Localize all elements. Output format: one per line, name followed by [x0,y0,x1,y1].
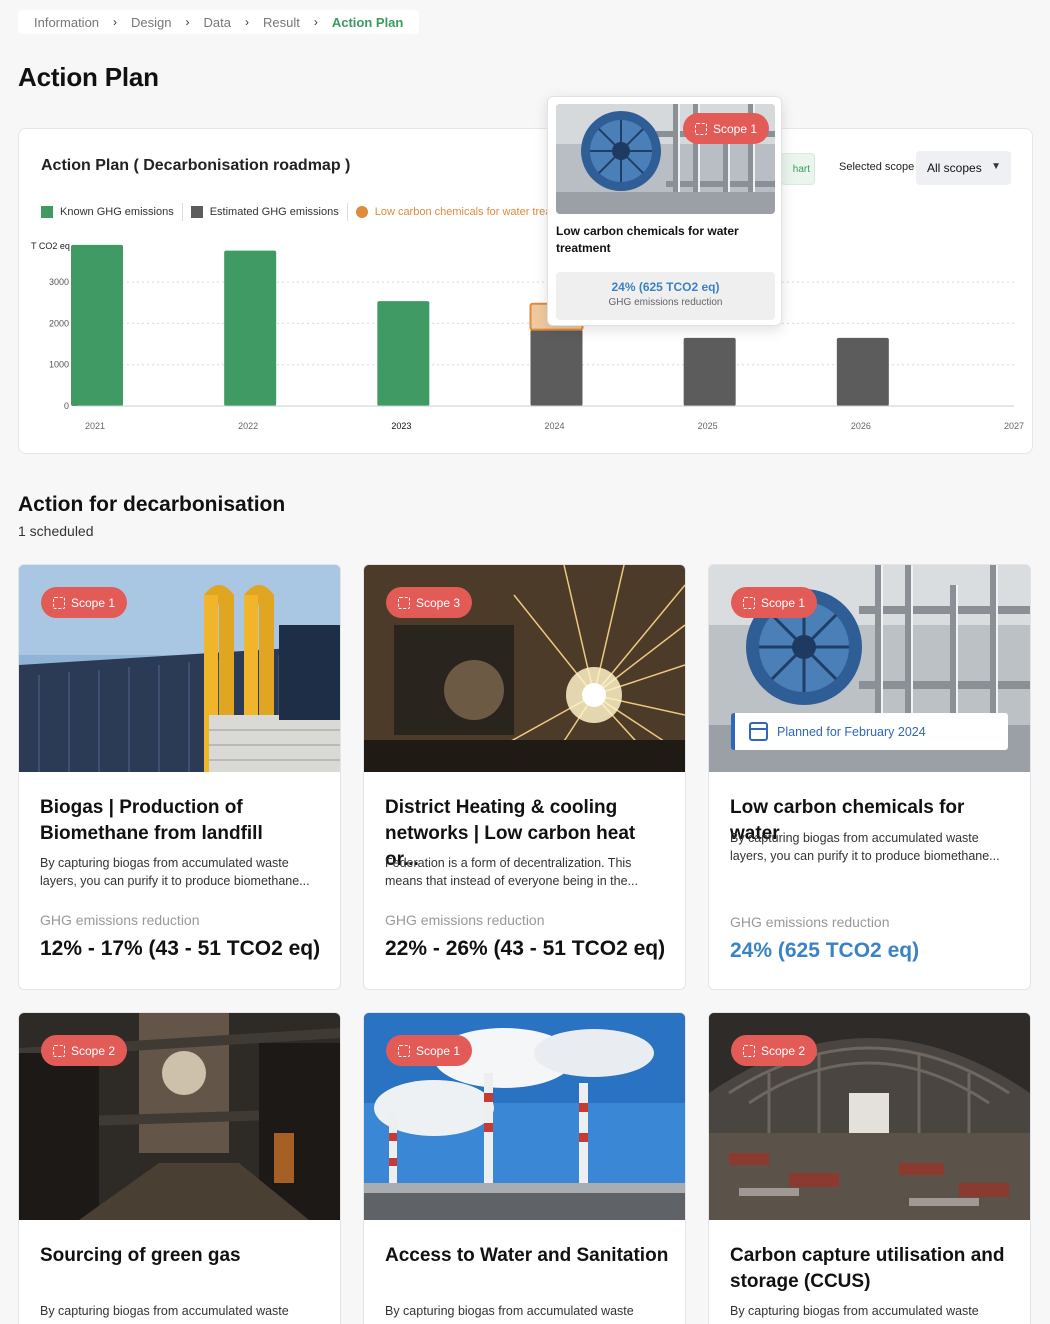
scope-icon [53,1044,65,1057]
x-tick-label: 2022 [238,421,258,431]
scope-icon [398,1044,410,1057]
action-card[interactable]: Scope 2 Sourcing of green gas By capturi… [18,1012,341,1324]
breadcrumb-item-information[interactable]: Information [34,15,99,30]
action-card[interactable]: Scope 1 Access to Water and Sanitation B… [363,1012,686,1324]
breadcrumb-item-action-plan[interactable]: Action Plan [332,15,404,30]
scope-badge: Scope 1 [386,1035,473,1066]
card-title: Sourcing of green gas [40,1245,241,1266]
scope-badge: Scope 2 [731,1035,818,1066]
tooltip-image: Scope 1 [556,104,775,214]
y-tick-label: 0 [64,401,69,411]
ghg-reduction-value: 24% (625 TCO2 eq) [730,939,920,962]
tooltip-reduction-box: 24% (625 TCO2 eq) GHG emissions reductio… [556,272,775,320]
ghg-reduction-label: GHG emissions reduction [385,912,545,928]
scope-label: Scope 3 [416,595,461,610]
action-card[interactable]: Scope 3 District Heating & cooling netwo… [363,564,686,990]
scope-label: Scope 1 [71,595,116,610]
scope-label: Scope 2 [761,1043,806,1058]
ghg-reduction-value: 12% - 17% (43 - 51 TCO2 eq) [40,937,321,960]
scope-icon [743,596,755,609]
action-card[interactable]: Scope 1 Planned for February 2024 Low ca… [708,564,1031,990]
scope-icon [53,596,65,609]
card-title: Biogas | Production of Biomethane from l… [40,797,263,844]
scope-icon [743,1044,755,1057]
y-tick-label: 2000 [49,318,69,328]
scope-badge: Scope 2 [41,1035,128,1066]
section-subtitle: 1 scheduled [18,523,94,539]
bar-known-2022 [224,250,277,406]
chevron-right-icon: › [185,15,190,29]
card-description: By capturing biogas from accumulated was… [385,1304,634,1318]
y-tick-label: 1000 [49,360,69,370]
card-description: By capturing biogas from accumulated was… [40,856,310,888]
scope-badge: Scope 3 [386,587,473,618]
x-tick-label: 2021 [85,421,105,431]
scope-label: Scope 1 [416,1043,461,1058]
breadcrumb: Information › Design › Data › Result › A… [18,10,420,34]
bar-estimated-2026 [836,337,889,406]
calendar-icon [749,722,768,741]
page-title: Action Plan [18,62,159,92]
tooltip-title: Low carbon chemicals for water treatment [556,224,739,255]
card-description: By capturing biogas from accumulated was… [730,1304,979,1318]
bar-known-2021 [71,244,123,406]
card-description: Federation is a form of decentralization… [385,856,638,888]
roadmap-chart-card: Action Plan ( Decarbonisation roadmap ) … [18,128,1033,454]
planned-date-text: Planned for February 2024 [777,724,926,739]
tooltip-reduction-value: 24% (625 TCO2 eq) [611,280,720,294]
scope-label: Scope 2 [71,1043,116,1058]
x-tick-label: 2025 [698,421,718,431]
y-axis-label: T CO2 eq [31,241,70,251]
bar-estimated-2024 [530,329,583,406]
card-title: Access to Water and Sanitation [385,1245,669,1266]
scope-badge: Scope 1 [731,587,818,618]
tooltip-scope-label: Scope 1 [713,121,758,136]
ghg-reduction-value: 22% - 26% (43 - 51 TCO2 eq) [385,937,666,960]
planned-date-banner: Planned for February 2024 [731,713,1008,750]
x-tick-label: 2027 [1004,421,1024,431]
ghg-reduction-label: GHG emissions reduction [40,912,200,928]
card-description: By capturing biogas from accumulated was… [40,1304,289,1318]
scope-label: Scope 1 [761,595,806,610]
x-tick-label: 2024 [544,421,564,431]
bar-estimated-2025 [683,337,736,406]
breadcrumb-item-data[interactable]: Data [204,15,231,30]
x-tick-label: 2026 [851,421,871,431]
card-description: By capturing biogas from accumulated was… [730,831,1000,863]
tooltip-scope-badge: Scope 1 [683,113,770,144]
y-tick-label: 3000 [49,277,69,287]
tooltip-reduction-label: GHG emissions reduction [608,297,723,308]
breadcrumb-item-result[interactable]: Result [263,15,300,30]
scope-badge: Scope 1 [41,587,128,618]
chevron-right-icon: › [113,15,118,29]
card-title: Carbon capture utilisation and storage (… [730,1245,1005,1292]
scope-icon [695,122,707,135]
bar-known-2023 [377,301,430,406]
chevron-right-icon: › [313,15,318,29]
action-card[interactable]: Scope 1 Biogas | Production of Biomethan… [18,564,341,990]
breadcrumb-item-design[interactable]: Design [131,15,171,30]
roadmap-bar-chart: T CO2 eq 0 1000 2000 3000 2021 2022 2023 2024 202… [31,241,1024,431]
section-title: Action for decarbonisation [18,493,286,516]
ghg-reduction-label: GHG emissions reduction [730,914,890,930]
scope-icon [398,596,410,609]
chevron-right-icon: › [244,15,249,29]
x-tick-label: 2023 [391,421,411,431]
chart-tooltip: Scope 1 Low carbon chemicals for water t… [547,96,782,326]
action-card[interactable]: Scope 2 Carbon capture utilisation and s… [708,1012,1031,1324]
